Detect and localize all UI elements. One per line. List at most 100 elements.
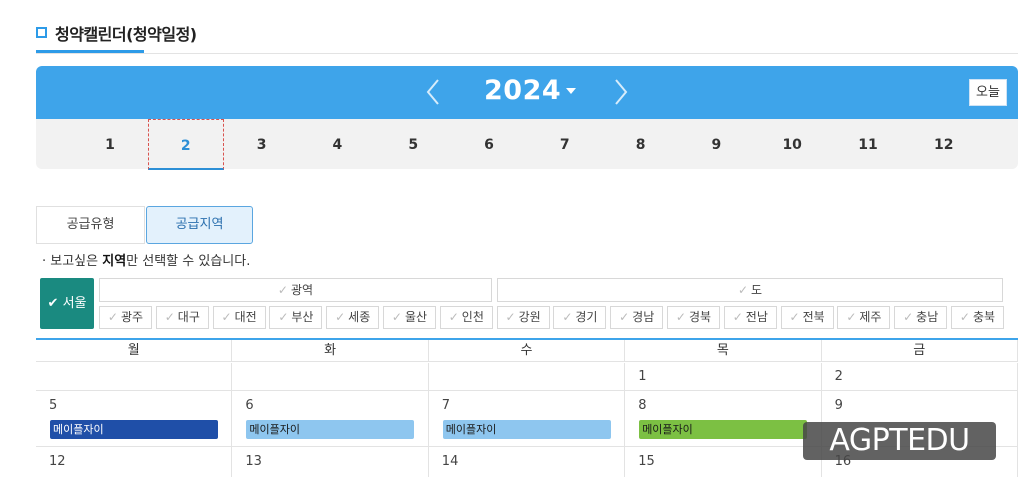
tab-supply-type[interactable]: 공급유형 bbox=[36, 206, 145, 244]
check-icon: ✓ bbox=[903, 310, 914, 324]
month-8-button[interactable]: 8 bbox=[603, 119, 679, 169]
region-button-울산[interactable]: ✓ 울산 bbox=[383, 306, 436, 329]
check-icon: ✓ bbox=[675, 310, 686, 324]
calendar-day-cell[interactable] bbox=[232, 363, 429, 391]
region-label: 전남 bbox=[745, 310, 768, 324]
day-number: 1 bbox=[638, 369, 647, 384]
tab-supply-region[interactable]: 공급지역 bbox=[146, 206, 253, 244]
check-icon: ✓ bbox=[959, 310, 970, 324]
check-icon: ✓ bbox=[335, 310, 346, 324]
region-button-충북[interactable]: ✓ 충북 bbox=[951, 306, 1004, 329]
region-button-광주[interactable]: ✓ 광주 bbox=[99, 306, 152, 329]
region-label: 경북 bbox=[688, 310, 712, 324]
calendar-day-cell[interactable]: 5 메이플자이 bbox=[36, 391, 233, 447]
month-10-button[interactable]: 10 bbox=[754, 119, 830, 169]
check-icon: ✓ bbox=[277, 283, 288, 297]
region-label: 대전 bbox=[234, 310, 257, 324]
day-number: 8 bbox=[638, 398, 647, 413]
calendar-day-cell[interactable] bbox=[428, 363, 626, 391]
region-label: 경기 bbox=[575, 310, 598, 324]
day-number: 13 bbox=[245, 454, 262, 469]
month-3-button[interactable]: 3 bbox=[224, 119, 300, 169]
region-button-제주[interactable]: ✓ 제주 bbox=[837, 306, 891, 329]
year-navigator: 2024 오늘 bbox=[36, 66, 1018, 119]
metro-group-button[interactable]: ✓ 광역 bbox=[99, 278, 492, 302]
calendar-day-cell[interactable] bbox=[36, 363, 233, 391]
check-icon: ✓ bbox=[391, 310, 402, 324]
hint-prefix: · 보고싶은 bbox=[42, 254, 103, 269]
region-button-세종[interactable]: ✓ 세종 bbox=[326, 306, 380, 329]
region-button-경북[interactable]: ✓ 경북 bbox=[667, 306, 720, 329]
weekday-header: 목 bbox=[625, 340, 822, 362]
day-number: 7 bbox=[441, 398, 451, 413]
day-number: 2 bbox=[834, 369, 843, 384]
region-label: 충남 bbox=[916, 310, 939, 324]
region-button-대구[interactable]: ✓ 대구 bbox=[155, 306, 209, 329]
day-number: 12 bbox=[49, 454, 66, 469]
square-bullet-icon bbox=[36, 27, 47, 38]
day-number: 9 bbox=[834, 398, 843, 413]
calendar-day-cell[interactable]: 13 bbox=[232, 447, 429, 477]
calendar-day-cell[interactable]: 15 bbox=[625, 447, 822, 477]
region-label: 강원 bbox=[518, 310, 541, 324]
calendar-day-cell[interactable]: 2 bbox=[821, 363, 1018, 391]
region-label: 전북 bbox=[802, 310, 825, 324]
month-6-button[interactable]: 6 bbox=[451, 119, 527, 169]
month-4-button[interactable]: 4 bbox=[299, 119, 375, 169]
month-selector: 1 2 3 4 5 6 7 8 9 10 11 12 bbox=[36, 119, 1018, 170]
region-label: 광주 bbox=[120, 310, 144, 324]
month-5-button[interactable]: 5 bbox=[375, 119, 451, 169]
check-icon: ✓ bbox=[562, 310, 573, 324]
region-label: 경남 bbox=[632, 310, 655, 324]
weekday-header: 월 bbox=[36, 340, 233, 362]
next-year-button[interactable] bbox=[610, 76, 630, 108]
check-icon: ✓ bbox=[107, 310, 118, 324]
calendar-day-cell[interactable]: 7 메이플자이 bbox=[428, 391, 626, 447]
calendar-event[interactable]: 메이플자이 bbox=[442, 420, 611, 439]
year-label[interactable]: 2024 bbox=[484, 75, 561, 106]
page-title: 청약캘린더(청약일정) bbox=[55, 25, 197, 44]
calendar-event[interactable]: 메이플자이 bbox=[246, 420, 415, 439]
watermark: AGPTEDU bbox=[803, 422, 996, 460]
day-number: 6 bbox=[245, 398, 254, 413]
calendar-event[interactable]: 메이플자이 bbox=[50, 420, 218, 439]
check-icon: ✓ bbox=[619, 310, 630, 324]
calendar-day-cell[interactable]: 8 메이플자이 bbox=[625, 391, 822, 447]
calendar-event[interactable]: 메이플자이 bbox=[639, 420, 808, 439]
region-button-seoul[interactable]: ✔ 서울 bbox=[40, 278, 94, 329]
day-number: 14 bbox=[441, 454, 459, 469]
check-icon: ✔ bbox=[47, 296, 59, 311]
check-icon: ✓ bbox=[448, 310, 459, 324]
check-icon: ✓ bbox=[164, 310, 175, 324]
calendar-day-cell[interactable]: 1 bbox=[625, 363, 822, 391]
month-9-button[interactable]: 9 bbox=[678, 119, 754, 169]
month-1-button[interactable]: 1 bbox=[72, 119, 148, 169]
calendar-day-cell[interactable]: 12 bbox=[36, 447, 233, 477]
month-11-button[interactable]: 11 bbox=[830, 119, 906, 169]
caret-down-icon[interactable] bbox=[564, 86, 578, 96]
month-7-button[interactable]: 7 bbox=[527, 119, 603, 169]
province-group-button[interactable]: ✓ 도 bbox=[497, 278, 1003, 302]
hint-bold: 지역 bbox=[102, 254, 127, 269]
hint-suffix: 만 선택할 수 있습니다. bbox=[126, 254, 251, 269]
region-label: 충북 bbox=[972, 310, 996, 324]
region-button-인천[interactable]: ✓ 인천 bbox=[439, 306, 493, 329]
region-button-전북[interactable]: ✓ 전북 bbox=[780, 306, 834, 329]
region-button-대전[interactable]: ✓ 대전 bbox=[212, 306, 266, 329]
region-button-충남[interactable]: ✓ 충남 bbox=[894, 306, 948, 329]
metro-group-label: 광역 bbox=[290, 283, 314, 297]
check-icon: ✓ bbox=[846, 310, 857, 324]
today-button[interactable]: 오늘 bbox=[969, 79, 1007, 106]
month-2-button[interactable]: 2 bbox=[147, 119, 224, 170]
month-12-button[interactable]: 12 bbox=[906, 119, 982, 169]
prev-year-button[interactable] bbox=[424, 76, 444, 108]
filter-hint: · 보고싶은 지역만 선택할 수 있습니다. bbox=[42, 250, 250, 269]
region-button-부산[interactable]: ✓ 부산 bbox=[269, 306, 323, 329]
region-button-전남[interactable]: ✓ 전남 bbox=[723, 306, 777, 329]
region-button-경남[interactable]: ✓ 경남 bbox=[610, 306, 664, 329]
section-header: 청약캘린더(청약일정) bbox=[36, 0, 1018, 54]
region-button-강원[interactable]: ✓ 강원 bbox=[496, 306, 550, 329]
calendar-day-cell[interactable]: 14 bbox=[429, 447, 626, 477]
region-button-경기[interactable]: ✓ 경기 bbox=[553, 306, 607, 329]
calendar-day-cell[interactable]: 6 메이플자이 bbox=[232, 391, 429, 447]
